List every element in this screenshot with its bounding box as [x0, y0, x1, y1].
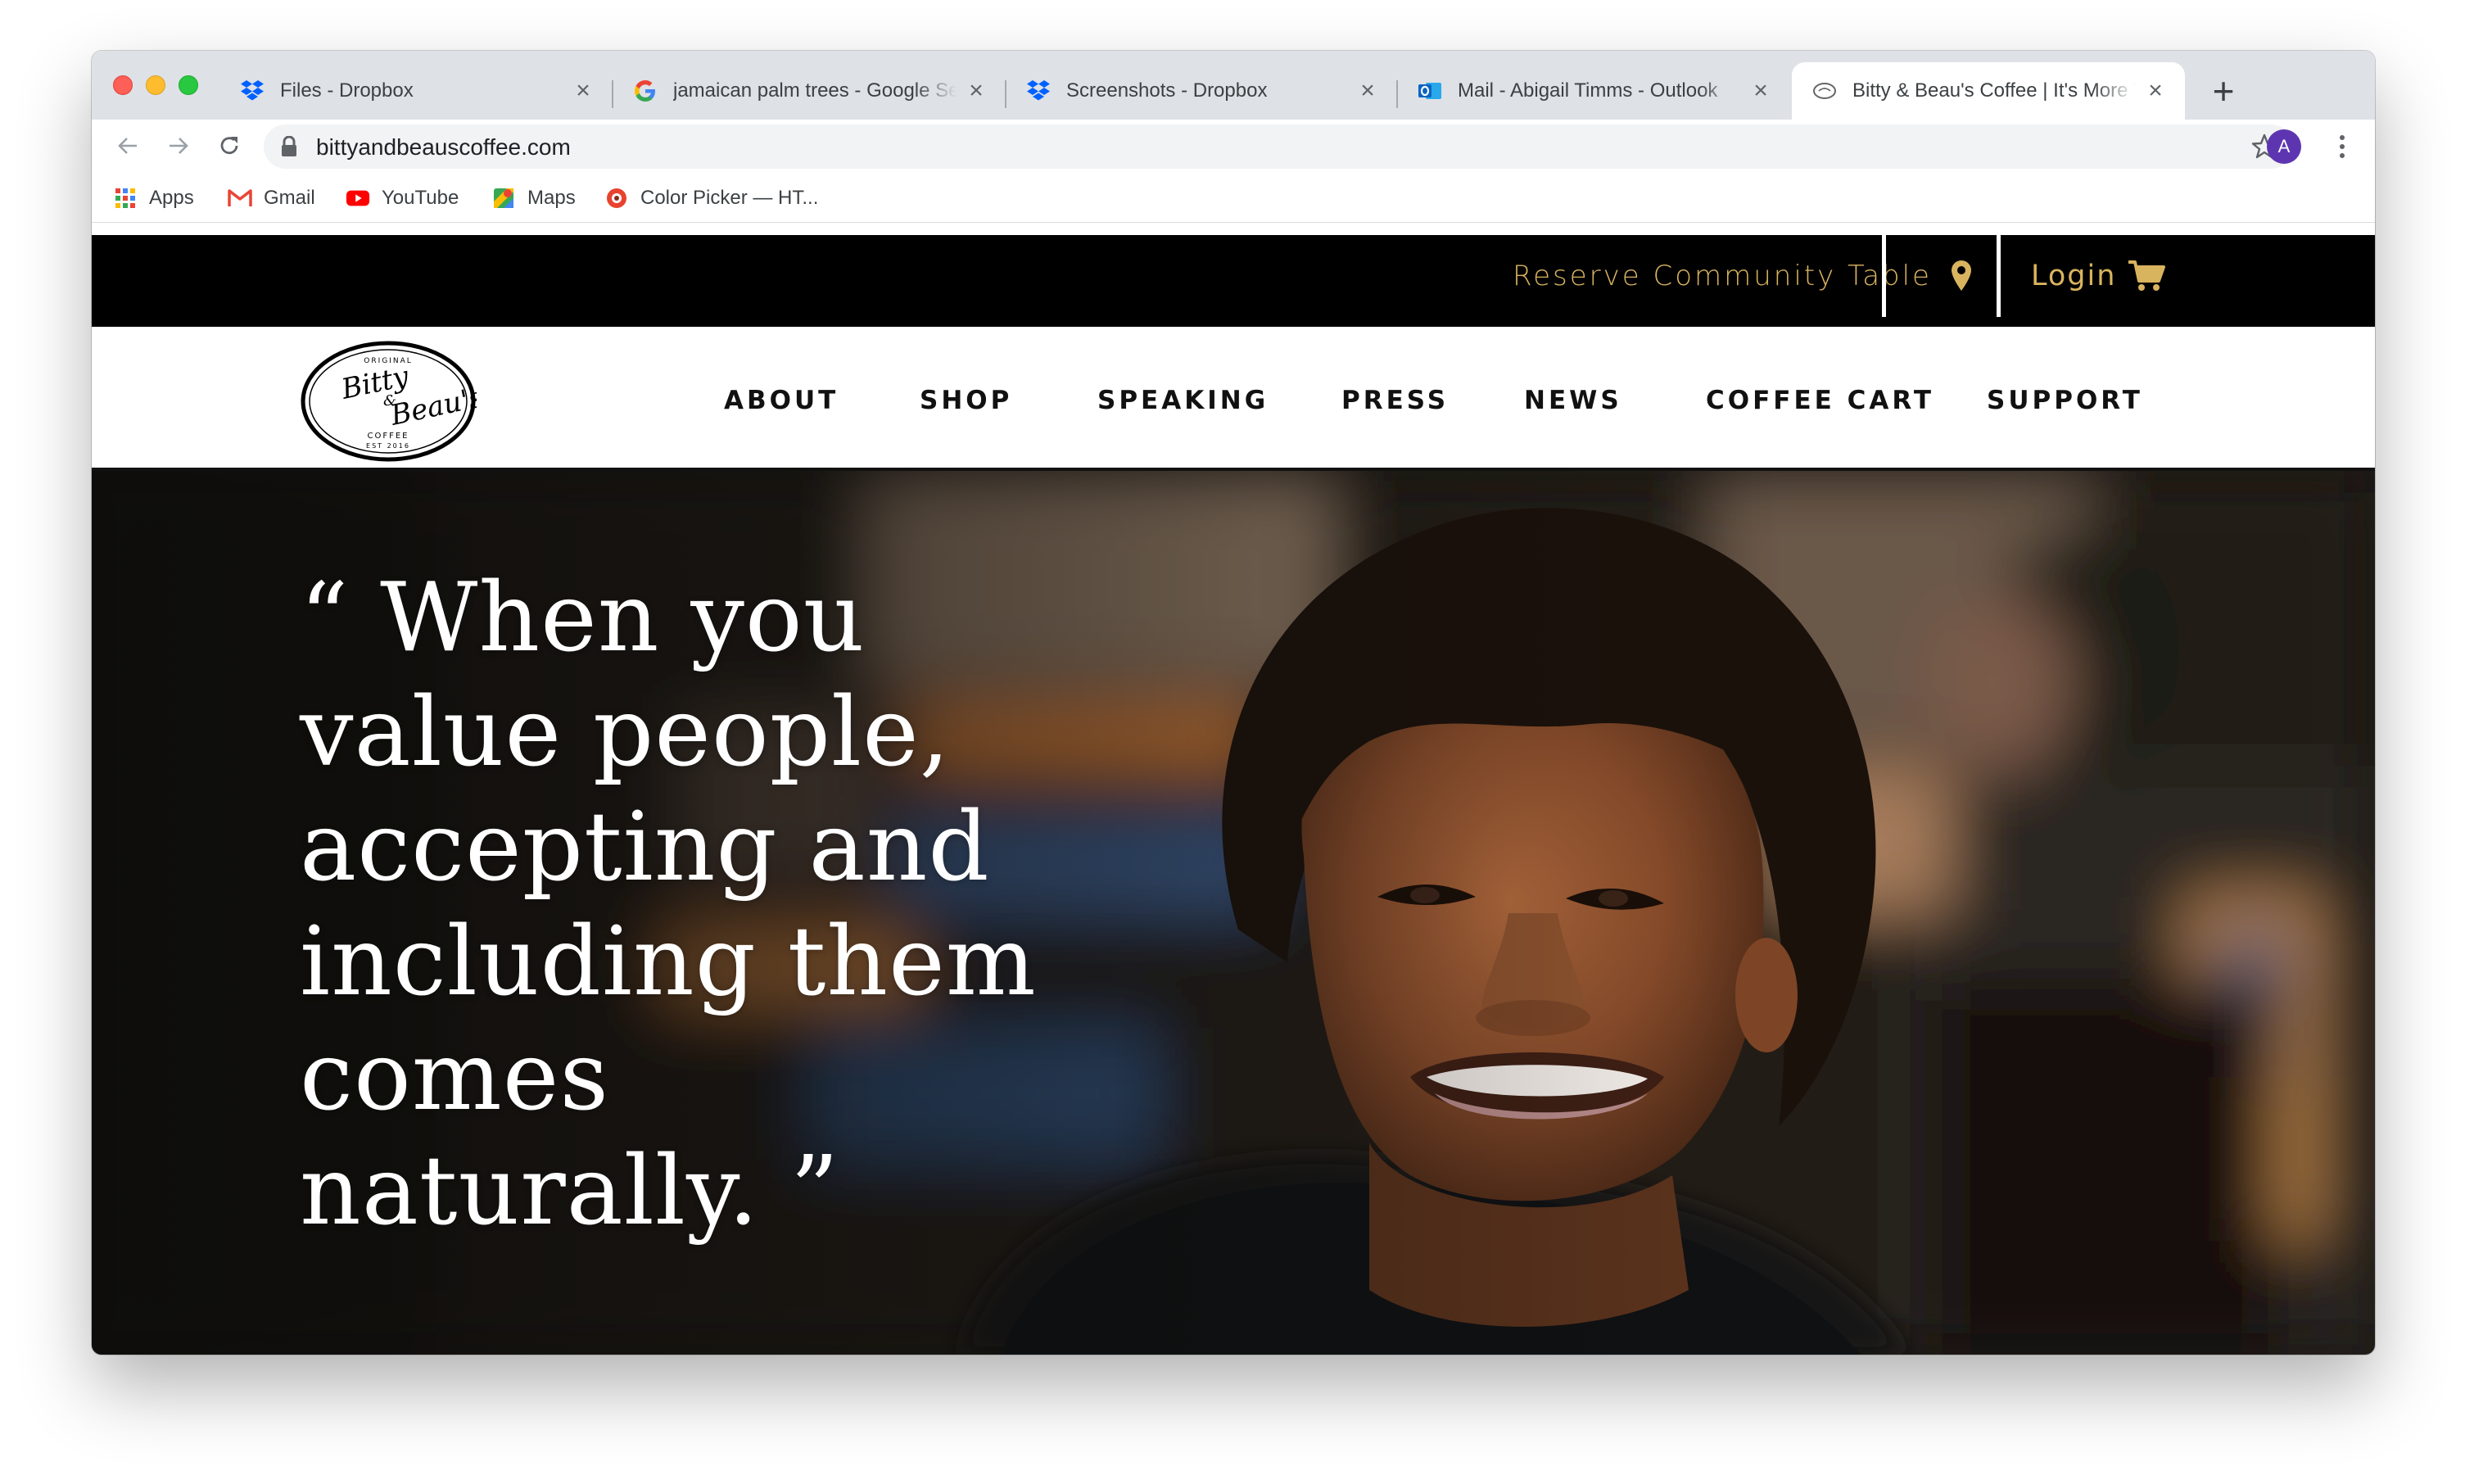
url-text: bittyandbeauscoffee.com [316, 134, 571, 160]
tab-google-search[interactable]: jamaican palm trees - Google Search × [613, 62, 1006, 120]
quote-line: comes [300, 1021, 609, 1132]
nav-news[interactable]: NEWS [1524, 386, 1622, 415]
nav-speaking[interactable]: SPEAKING [1097, 386, 1269, 415]
gmail-icon [228, 186, 252, 210]
utility-bar: Reserve Community Table Login [92, 235, 2375, 327]
nav-support[interactable]: SUPPORT [1987, 386, 2143, 415]
main-navigation: ORIGINAL Bitty & Beau's COFFEE EST 2016 … [92, 327, 2375, 471]
quote-line: naturally. ” [300, 1136, 840, 1246]
bookmark-color-picker[interactable]: Color Picker — HT... [604, 185, 818, 211]
browser-window: Files - Dropbox × jamaican palm trees - … [92, 51, 2375, 1355]
apps-grid-icon [113, 186, 138, 210]
page-content: Reserve Community Table Login ORIGINAL B… [92, 235, 2375, 1355]
shopping-cart-icon[interactable] [2128, 260, 2165, 296]
tab-strip: Files - Dropbox × jamaican palm trees - … [92, 51, 2375, 120]
new-tab-button[interactable]: + [2203, 70, 2244, 111]
tab-screenshots-dropbox[interactable]: Screenshots - Dropbox × [1006, 62, 1398, 120]
tab-close-icon[interactable]: × [965, 79, 988, 103]
back-button[interactable] [108, 126, 147, 165]
tab-title: Bitty & Beau's Coffee | It's More Than C… [1852, 79, 2136, 102]
browser-menu-icon[interactable] [2332, 129, 2352, 164]
quote-line: accepting and [300, 792, 990, 903]
location-pin-icon[interactable] [1950, 260, 1973, 296]
divider [1997, 235, 2001, 317]
profile-avatar[interactable]: A [2267, 129, 2301, 164]
tab-close-icon[interactable]: × [1749, 79, 1772, 103]
lock-icon [280, 135, 298, 161]
bookmark-apps[interactable]: Apps [113, 185, 194, 211]
reload-icon [220, 137, 238, 155]
dropbox-icon [1025, 78, 1052, 104]
logo-est-text: EST 2016 [366, 442, 410, 450]
quote-line: value people, [300, 677, 951, 788]
color-picker-icon [604, 186, 629, 210]
window-maximize-button[interactable] [179, 75, 198, 95]
hero-banner: “ When you value people, accepting and i… [92, 471, 2375, 1355]
bookmark-label: Gmail [264, 187, 315, 209]
tab-bitty-and-beaus[interactable]: Bitty & Beau's Coffee | It's More Than C… [1792, 62, 2185, 120]
bookmark-label: Maps [527, 187, 576, 209]
maps-icon [491, 186, 516, 210]
nav-shop[interactable]: SHOP [920, 386, 1012, 415]
google-icon [632, 78, 658, 104]
browser-toolbar: bittyandbeauscoffee.com A [92, 120, 2375, 174]
bookmark-label: YouTube [382, 187, 459, 209]
login-link[interactable]: Login [2031, 260, 2116, 292]
quote-line: “ When you [300, 563, 866, 673]
window-close-button[interactable] [113, 75, 133, 95]
quote-line: including them [300, 907, 1037, 1017]
bookmark-gmail[interactable]: Gmail [228, 185, 315, 211]
outlook-icon [1417, 78, 1443, 104]
reserve-community-table-link[interactable]: Reserve Community Table [1513, 260, 1932, 292]
hero-quote: “ When you value people, accepting and i… [300, 561, 1119, 1249]
window-minimize-button[interactable] [146, 75, 165, 95]
tab-title: Mail - Abigail Timms - Outlook [1458, 79, 1718, 102]
bookmark-maps[interactable]: Maps [491, 185, 576, 211]
arrow-right-icon [170, 138, 188, 154]
tab-title: Screenshots - Dropbox [1066, 79, 1268, 102]
arrow-left-icon [118, 138, 137, 154]
site-logo[interactable]: ORIGINAL Bitty & Beau's COFFEE EST 2016 [300, 340, 486, 467]
site-favicon-icon [1811, 78, 1838, 104]
tab-title: Files - Dropbox [280, 79, 414, 102]
logo-sub-text: COFFEE [368, 432, 409, 441]
bookmark-youtube[interactable]: YouTube [346, 185, 459, 211]
nav-press[interactable]: PRESS [1341, 386, 1449, 415]
bookmark-label: Apps [149, 187, 194, 209]
tab-close-icon[interactable]: × [1356, 79, 1379, 103]
forward-button[interactable] [159, 126, 198, 165]
dropbox-icon [239, 78, 265, 104]
divider [1882, 235, 1886, 317]
tab-close-icon[interactable]: × [2144, 79, 2167, 103]
nav-coffee-cart[interactable]: COFFEE CART [1706, 386, 1934, 415]
nav-about[interactable]: ABOUT [724, 386, 839, 415]
reload-button[interactable] [210, 126, 249, 165]
tab-files-dropbox[interactable]: Files - Dropbox × [219, 62, 613, 120]
bookmark-label: Color Picker — HT... [640, 187, 819, 209]
address-bar[interactable]: bittyandbeauscoffee.com [264, 124, 2293, 169]
bookmarks-bar: Apps Gmail YouTube Maps Color Picker — H… [92, 174, 2375, 223]
tab-title: jamaican palm trees - Google Search [673, 79, 957, 102]
tab-outlook-mail[interactable]: Mail - Abigail Timms - Outlook × [1397, 62, 1790, 120]
youtube-icon [346, 186, 370, 210]
tab-close-icon[interactable]: × [572, 79, 595, 103]
